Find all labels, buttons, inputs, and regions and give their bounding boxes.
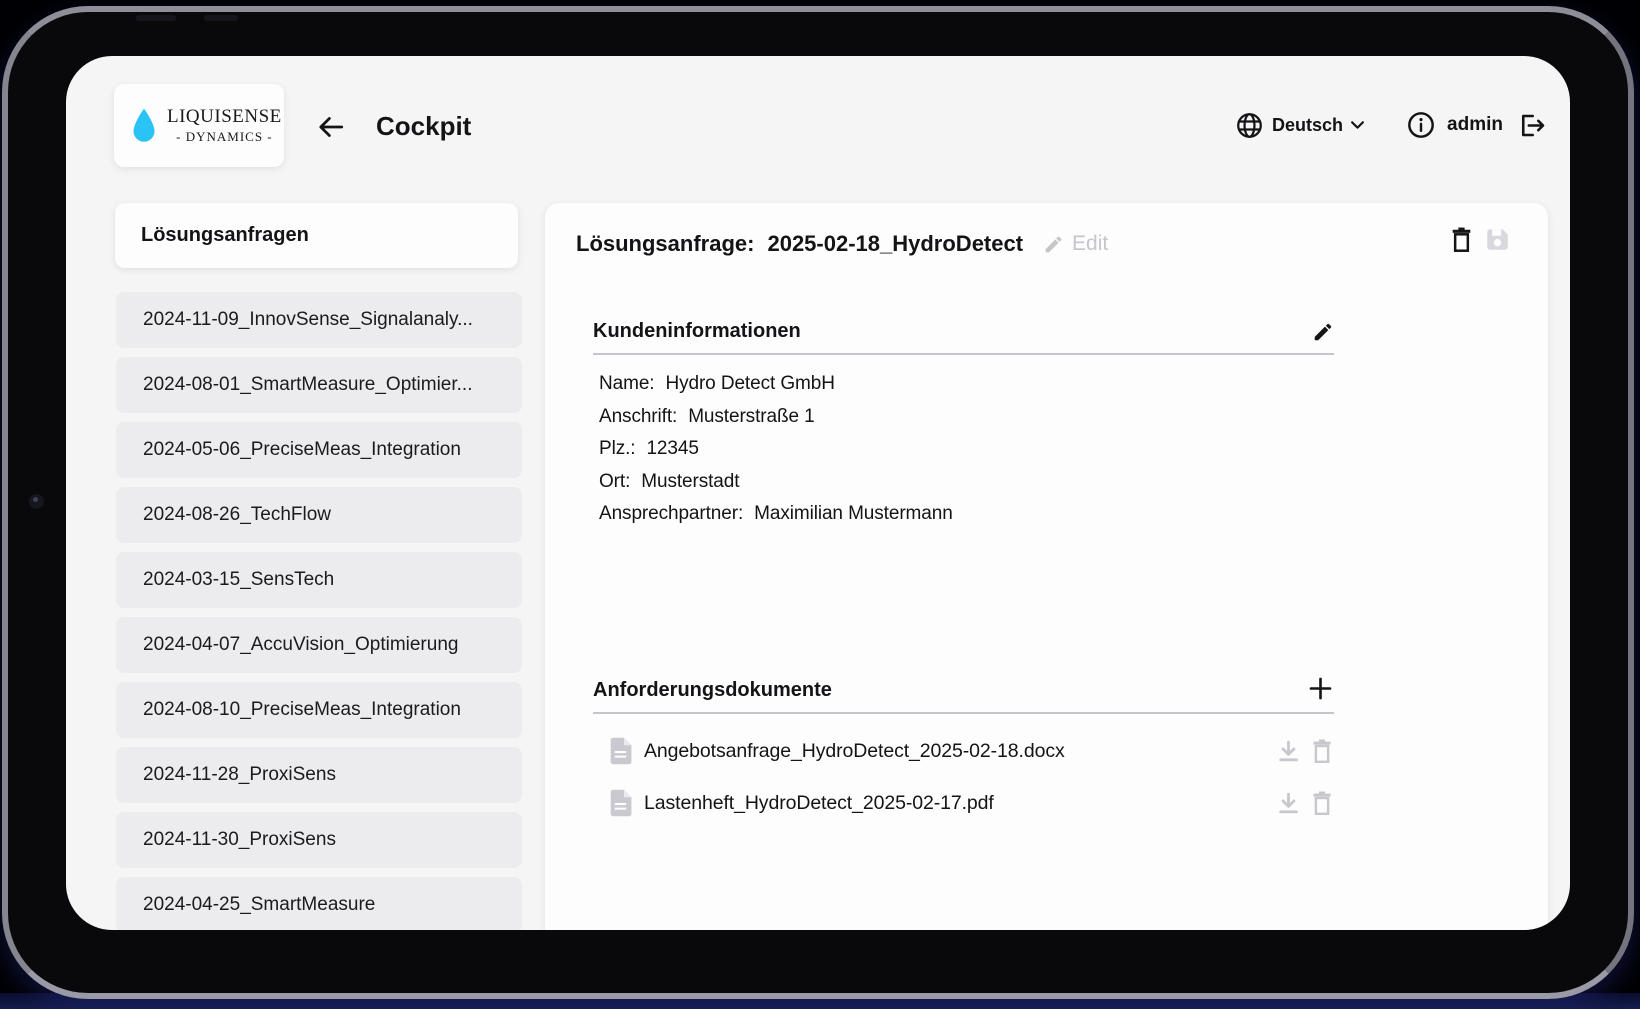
field-value: Hydro Detect GmbH — [665, 373, 834, 394]
save-request-button[interactable] — [1483, 225, 1512, 254]
edit-customer-button[interactable] — [1312, 321, 1334, 343]
logo-line1: LIQUISENSE — [167, 106, 282, 128]
field-value: 12345 — [646, 438, 698, 459]
download-icon — [1276, 791, 1301, 816]
globe-icon — [1236, 112, 1263, 139]
pencil-icon — [1043, 234, 1064, 255]
detail-title-value: 2025-02-18_HydroDetect — [767, 231, 1023, 257]
file-icon — [609, 789, 632, 817]
field-label: Ansprechpartner: — [599, 503, 743, 524]
add-document-button[interactable] — [1307, 675, 1334, 702]
field-label: Ort: — [599, 471, 630, 492]
list-item-request[interactable]: 2024-08-01_SmartMeasure_Optimier... — [116, 357, 522, 413]
list-item-request[interactable]: 2024-04-07_AccuVision_Optimierung — [116, 617, 522, 673]
field-label: Name: — [599, 373, 654, 394]
documents-section-title: Anforderungsdokumente — [593, 679, 832, 702]
document-actions — [1276, 790, 1334, 816]
back-button[interactable] — [314, 110, 348, 144]
trash-icon — [1310, 738, 1334, 764]
file-icon — [609, 737, 632, 765]
list-item-request[interactable]: 2024-11-28_ProxiSens — [116, 747, 522, 803]
plus-icon — [1307, 675, 1334, 702]
list-item-request[interactable]: 2024-04-25_SmartMeasure — [116, 877, 522, 930]
document-row: Lastenheft_HydroDetect_2025-02-17.pdf — [593, 777, 1334, 829]
divider — [593, 353, 1334, 355]
document-row: Angebotsanfrage_HydroDetect_2025-02-18.d… — [593, 725, 1334, 777]
info-button[interactable] — [1407, 111, 1435, 139]
document-actions — [1276, 738, 1334, 764]
document-name: Lastenheft_HydroDetect_2025-02-17.pdf — [644, 792, 994, 815]
app-screen: LIQUISENSE - DYNAMICS - Cockpit Deutsch — [66, 56, 1570, 930]
tablet-top-button — [136, 15, 176, 21]
tablet-front-camera — [29, 494, 44, 509]
language-label: Deutsch — [1272, 115, 1343, 136]
list-item-request[interactable]: 2024-05-06_PreciseMeas_Integration — [116, 422, 522, 478]
logout-icon — [1516, 111, 1545, 140]
customer-section: Kundeninformationen Name: Hydro Detect Gm… — [593, 320, 1334, 531]
customer-section-title: Kundeninformationen — [593, 320, 801, 343]
info-icon — [1407, 111, 1435, 139]
delete-document-button[interactable] — [1310, 738, 1334, 764]
detail-title-row: Lösungsanfrage: 2025-02-18_HydroDetect E… — [576, 231, 1108, 257]
list-item-request[interactable]: 2024-08-10_PreciseMeas_Integration — [116, 682, 522, 738]
edit-title-button[interactable]: Edit — [1043, 232, 1108, 256]
list-item-request[interactable]: 2024-11-30_ProxiSens — [116, 812, 522, 868]
customer-field: Ansprechpartner: Maximilian Mustermann — [599, 498, 1334, 531]
chevron-down-icon — [1350, 120, 1365, 130]
field-label: Plz.: — [599, 438, 635, 459]
field-value: Musterstadt — [641, 471, 739, 492]
list-item-request[interactable]: 2024-11-09_InnovSense_Signalanaly... — [116, 292, 522, 348]
logo-line2: - DYNAMICS - — [176, 129, 273, 145]
documents-section: Anforderungsdokumente — [593, 675, 1334, 829]
tablet-top-button — [204, 15, 238, 21]
sidebar-title: Lösungsanfragen — [115, 203, 518, 268]
customer-field: Ort: Musterstadt — [599, 466, 1334, 499]
document-name: Angebotsanfrage_HydroDetect_2025-02-18.d… — [644, 740, 1065, 763]
divider — [593, 712, 1334, 714]
back-arrow-icon — [316, 112, 346, 142]
pencil-icon — [1312, 321, 1334, 343]
logout-button[interactable] — [1516, 111, 1545, 140]
language-selector[interactable]: Deutsch — [1236, 112, 1365, 139]
username-label: admin — [1447, 114, 1503, 136]
detail-actions — [1449, 225, 1512, 254]
page-title: Cockpit — [376, 111, 471, 142]
logo-text: LIQUISENSE - DYNAMICS - — [167, 106, 282, 145]
list-item-request[interactable]: 2024-08-26_TechFlow — [116, 487, 522, 543]
customer-field: Name: Hydro Detect GmbH — [599, 368, 1334, 401]
request-list: 2024-11-09_InnovSense_Signalanaly... 202… — [116, 292, 522, 930]
field-label: Anschrift: — [599, 406, 677, 427]
document-list: Angebotsanfrage_HydroDetect_2025-02-18.d… — [593, 725, 1334, 829]
delete-document-button[interactable] — [1310, 790, 1334, 816]
header-right-cluster: Deutsch admin — [1236, 108, 1545, 142]
detail-panel: Lösungsanfrage: 2025-02-18_HydroDetect E… — [545, 203, 1548, 930]
app-logo: LIQUISENSE - DYNAMICS - — [114, 84, 284, 167]
detail-title-label: Lösungsanfrage: — [576, 231, 754, 257]
trash-icon — [1310, 790, 1334, 816]
field-value: Musterstraße 1 — [688, 406, 814, 427]
customer-field: Plz.: 12345 — [599, 433, 1334, 466]
edit-label: Edit — [1072, 232, 1108, 256]
delete-request-button[interactable] — [1449, 226, 1474, 253]
list-item-request[interactable]: 2024-03-15_SensTech — [116, 552, 522, 608]
download-icon — [1276, 739, 1301, 764]
water-drop-icon — [130, 107, 158, 145]
field-value: Maximilian Mustermann — [754, 503, 953, 524]
trash-icon — [1449, 226, 1474, 253]
save-icon — [1483, 225, 1512, 254]
customer-field: Anschrift: Musterstraße 1 — [599, 401, 1334, 434]
customer-fields: Name: Hydro Detect GmbH Anschrift: Musters… — [593, 368, 1334, 531]
download-document-button[interactable] — [1276, 739, 1301, 764]
download-document-button[interactable] — [1276, 791, 1301, 816]
